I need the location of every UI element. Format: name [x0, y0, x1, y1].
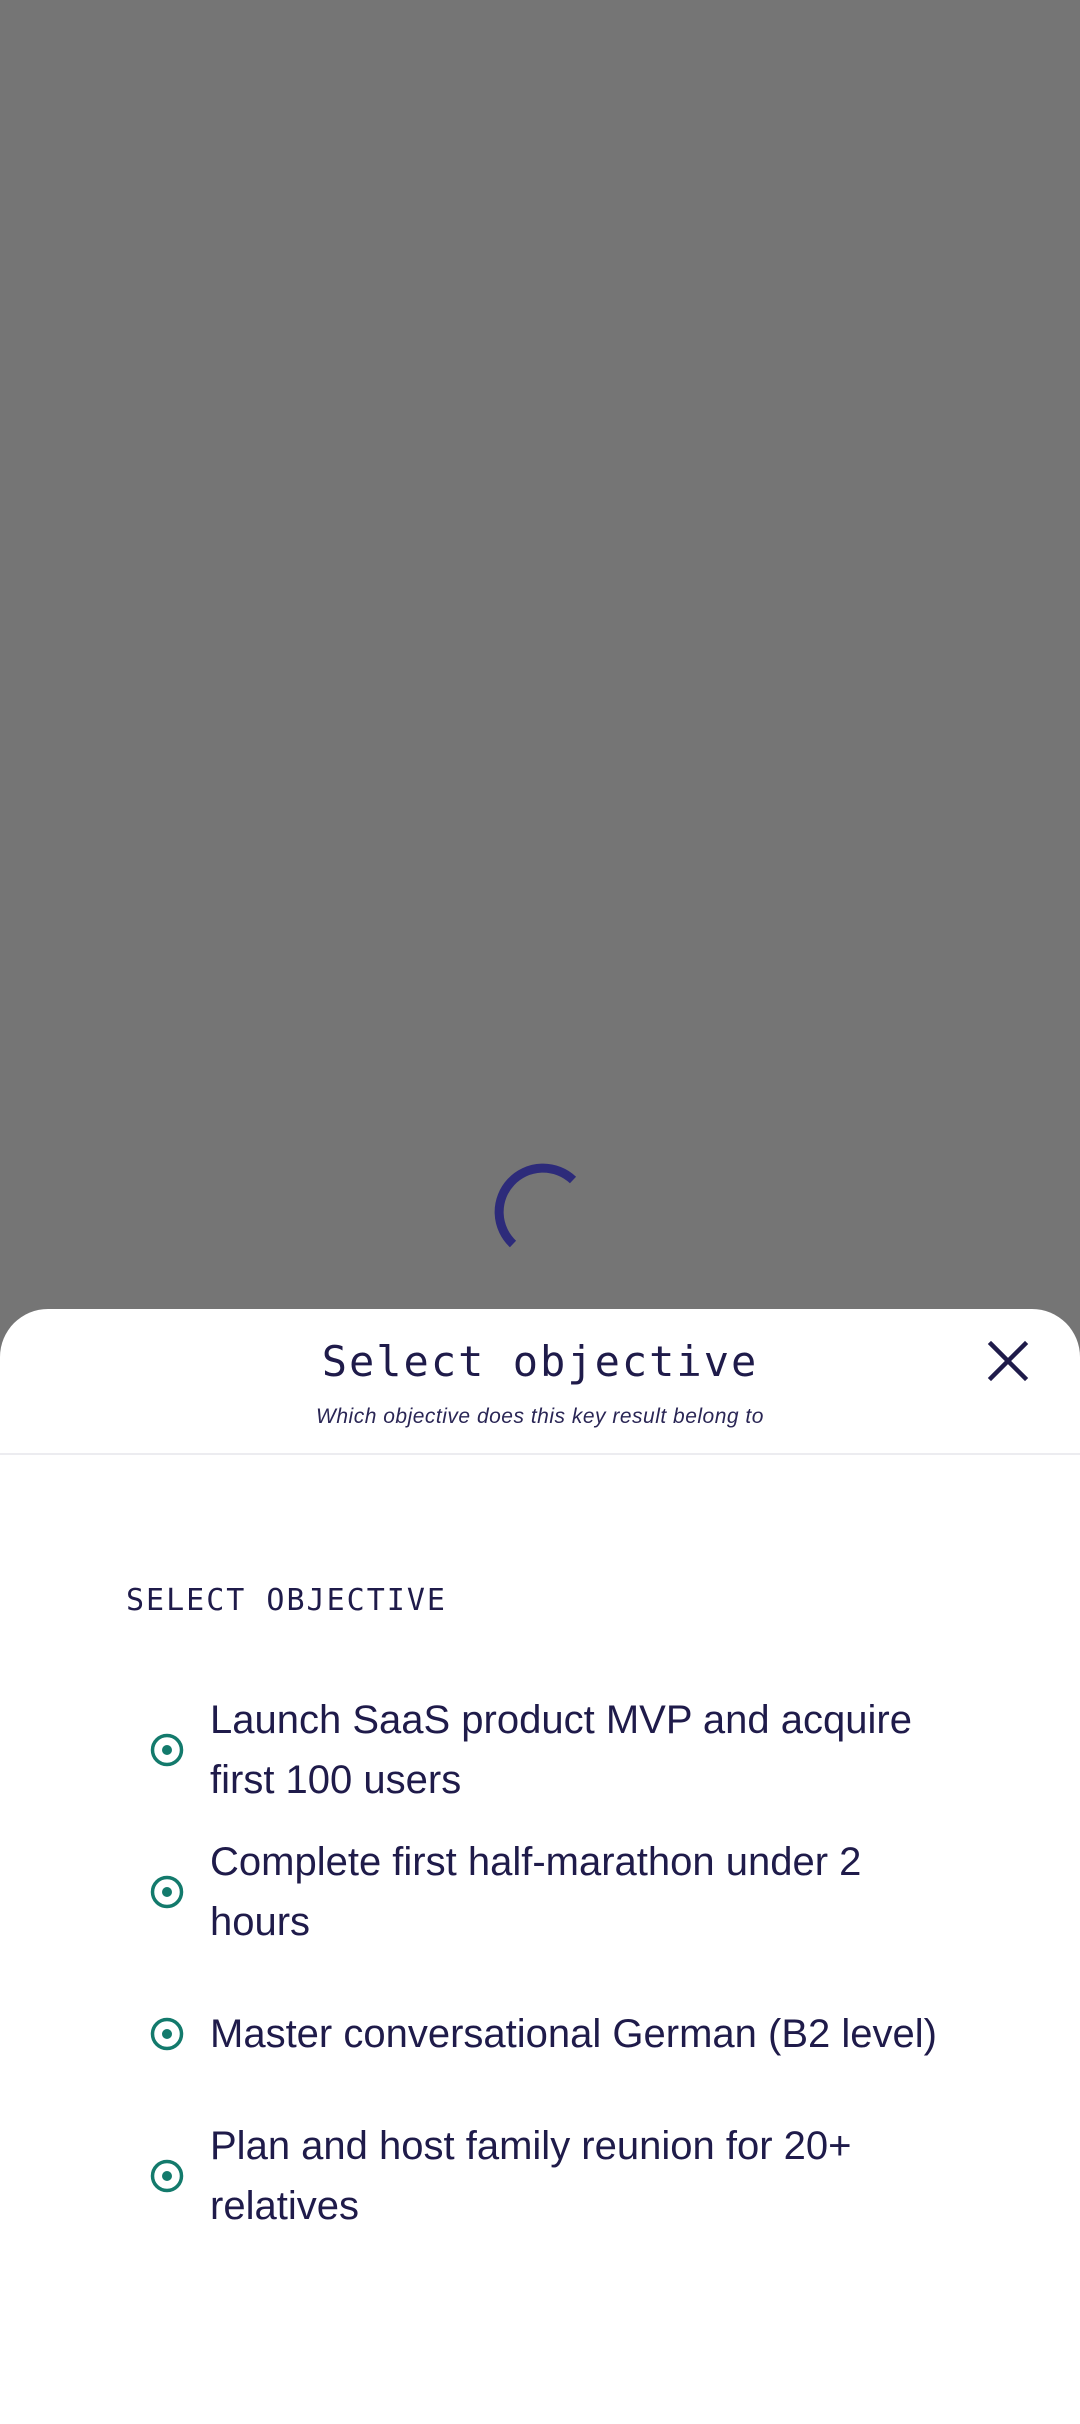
loading-spinner-icon [494, 1163, 577, 1248]
section-label: SELECT OBJECTIVE [126, 1583, 447, 1618]
close-icon [987, 1340, 1029, 1382]
radio-icon[interactable] [150, 1733, 184, 1767]
objective-option[interactable]: Master conversational German (B2 level) [140, 1963, 960, 2105]
bottom-sheet: Select objective Which objective does th… [0, 1309, 1080, 2424]
objective-option-label: Master conversational German (B2 level) [210, 2012, 937, 2056]
objective-option-label: Launch SaaS product MVP and acquire firs… [210, 1698, 912, 1802]
radio-icon[interactable] [150, 1875, 184, 1909]
objective-option[interactable]: Complete first half-marathon under 2 hou… [140, 1821, 960, 1963]
sheet-title: Select objective [321, 1337, 759, 1386]
close-button[interactable] [980, 1333, 1036, 1389]
background-scrim[interactable] [0, 0, 1080, 1320]
sheet-subtitle: Which objective does this key result bel… [316, 1405, 764, 1428]
radio-icon[interactable] [150, 2017, 184, 2051]
objective-option[interactable]: Plan and host family reunion for 20+ rel… [140, 2105, 960, 2247]
objective-option-label: Plan and host family reunion for 20+ rel… [210, 2124, 852, 2228]
sheet-header: Select objective Which objective does th… [0, 1309, 1080, 1455]
objective-options-list: Launch SaaS product MVP and acquire firs… [140, 1679, 960, 2247]
objective-option[interactable]: Launch SaaS product MVP and acquire firs… [140, 1679, 960, 1821]
objective-option-label: Complete first half-marathon under 2 hou… [210, 1840, 862, 1944]
radio-icon[interactable] [150, 2159, 184, 2193]
